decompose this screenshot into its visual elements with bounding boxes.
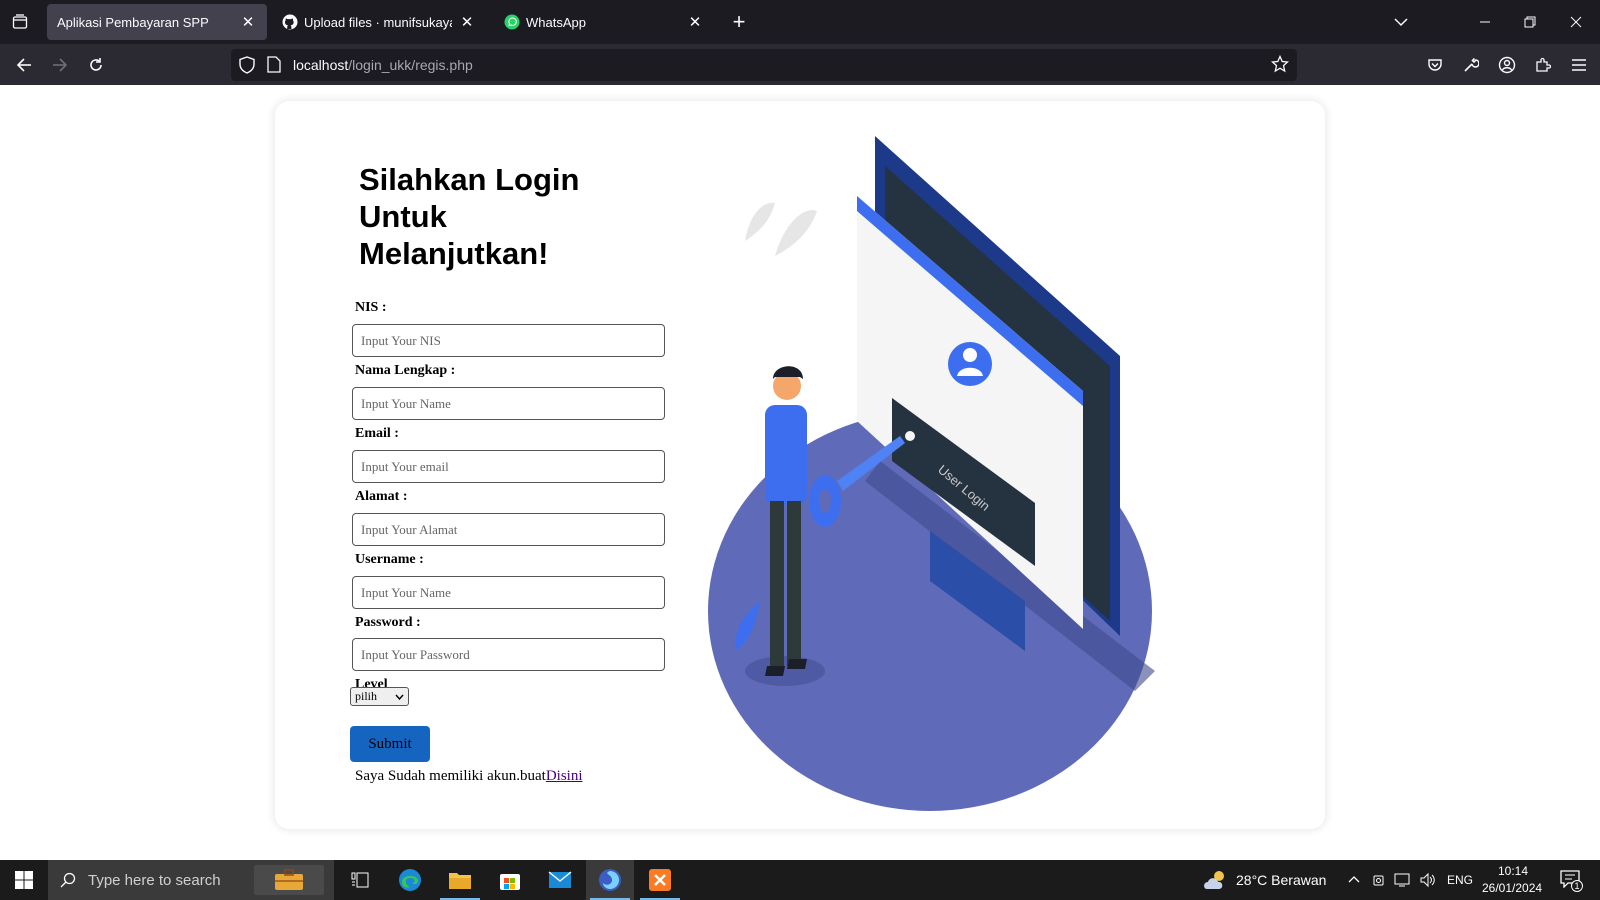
clock-time[interactable]: 10:14: [1498, 864, 1528, 878]
page-info-icon[interactable]: [267, 56, 281, 73]
tab-title: WhatsApp: [526, 14, 586, 30]
level-select[interactable]: pilih: [350, 687, 409, 706]
taskbar-search-box[interactable]: Type here to search: [48, 860, 334, 900]
url-text[interactable]: localhost/login_ukk/regis.php: [293, 57, 473, 73]
email-input[interactable]: [352, 450, 665, 483]
microsoft-store-icon[interactable]: [486, 860, 534, 900]
whatsapp-icon: [504, 14, 520, 30]
tab-title: Aplikasi Pembayaran SPP: [57, 14, 209, 30]
account-icon[interactable]: [1494, 52, 1520, 78]
hamburger-menu-icon[interactable]: [1566, 52, 1592, 78]
tab-overview-icon[interactable]: [8, 10, 32, 34]
nama-lengkap-input[interactable]: [352, 387, 665, 420]
windows-start-icon[interactable]: [0, 860, 48, 900]
pocket-icon[interactable]: [1422, 52, 1448, 78]
registration-card: Silahkan Login Untuk Melanjutkan! NIS : …: [275, 101, 1325, 829]
user-login-illustration: User Login: [708, 136, 1155, 811]
network-icon[interactable]: [1394, 872, 1412, 888]
github-icon: [282, 14, 298, 30]
notification-badge: 1: [1571, 880, 1583, 892]
username-input[interactable]: [352, 576, 665, 609]
page-viewport: Silahkan Login Untuk Melanjutkan! NIS : …: [0, 85, 1600, 860]
nis-label: NIS :: [355, 300, 387, 315]
login-prompt-text: Saya Sudah memiliki akun.buat: [355, 768, 546, 784]
tab-github-upload[interactable]: Upload files · munifsukayanto/ ✕: [272, 4, 486, 40]
tab-title: Upload files · munifsukayanto/: [304, 14, 452, 30]
browser-tab-bar: Aplikasi Pembayaran SPP ✕ Upload files ·…: [0, 0, 1600, 44]
url-host: localhost: [293, 57, 349, 73]
nis-input[interactable]: [352, 324, 665, 357]
username-label: Username :: [355, 552, 424, 567]
tab-whatsapp[interactable]: WhatsApp ✕: [494, 4, 714, 40]
bookmark-star-icon[interactable]: [1271, 55, 1289, 73]
forward-arrow-icon[interactable]: [47, 52, 73, 78]
address-bar[interactable]: localhost/login_ukk/regis.php: [231, 49, 1297, 81]
weather-text[interactable]: 28°C Berawan: [1236, 872, 1326, 888]
password-input[interactable]: [352, 638, 665, 671]
browser-toolbar: localhost/login_ukk/regis.php: [0, 44, 1600, 85]
extensions-puzzle-icon[interactable]: [1530, 52, 1556, 78]
notification-center-icon[interactable]: 1: [1560, 870, 1583, 892]
alamat-label: Alamat :: [355, 489, 408, 504]
weather-cloud-icon[interactable]: [1203, 869, 1229, 891]
new-tab-button[interactable]: +: [728, 11, 750, 34]
mail-icon[interactable]: [536, 860, 584, 900]
close-tab-icon[interactable]: ✕: [458, 13, 476, 31]
url-path: /login_ukk/regis.php: [348, 57, 473, 73]
nama-lengkap-label: Nama Lengkap :: [355, 363, 456, 378]
search-highlight-icon: [254, 865, 324, 895]
list-all-tabs-chevron-icon[interactable]: [1389, 10, 1413, 34]
meet-now-icon[interactable]: [1372, 872, 1386, 888]
firefox-icon[interactable]: [586, 860, 634, 900]
xampp-icon[interactable]: [636, 860, 684, 900]
windows-taskbar: Type here to search 28°C Berawan ENG 10:…: [0, 860, 1600, 900]
tab-aplikasi-pembayaran[interactable]: Aplikasi Pembayaran SPP ✕: [47, 4, 267, 40]
email-label: Email :: [355, 426, 399, 441]
level-selected-value: pilih: [355, 689, 378, 703]
leaf-decoration: [745, 202, 775, 241]
login-prompt: Saya Sudah memiliki akun.buatDisini: [355, 768, 583, 785]
alamat-input[interactable]: [352, 513, 665, 546]
page-title: Silahkan Login Untuk Melanjutkan!: [359, 162, 580, 271]
reload-icon[interactable]: [83, 52, 109, 78]
file-explorer-icon[interactable]: [436, 860, 484, 900]
show-hidden-icons-chevron-icon[interactable]: [1348, 875, 1360, 883]
tracking-protection-shield-icon[interactable]: [239, 56, 255, 74]
avatar-head: [963, 348, 977, 362]
close-window-icon[interactable]: [1564, 10, 1588, 34]
submit-button[interactable]: Submit: [350, 726, 430, 762]
password-label: Password :: [355, 615, 421, 630]
volume-icon[interactable]: [1419, 872, 1437, 888]
disini-link[interactable]: Disini: [546, 768, 583, 784]
restore-window-icon[interactable]: [1518, 10, 1542, 34]
task-view-icon[interactable]: [336, 860, 384, 900]
close-tab-icon[interactable]: ✕: [686, 13, 704, 31]
minimize-window-icon[interactable]: [1473, 10, 1497, 34]
wrench-tools-icon[interactable]: [1458, 52, 1484, 78]
chevron-down-icon: [395, 694, 404, 700]
clock-date[interactable]: 26/01/2024: [1482, 881, 1542, 895]
close-tab-icon[interactable]: ✕: [239, 13, 257, 31]
leaf-decoration: [775, 210, 817, 256]
edge-browser-icon[interactable]: [386, 860, 434, 900]
language-indicator[interactable]: ENG: [1447, 873, 1473, 887]
search-icon: [60, 872, 76, 888]
keyhole-icon: [905, 431, 915, 441]
search-placeholder: Type here to search: [88, 871, 221, 889]
back-arrow-icon[interactable]: [11, 52, 37, 78]
